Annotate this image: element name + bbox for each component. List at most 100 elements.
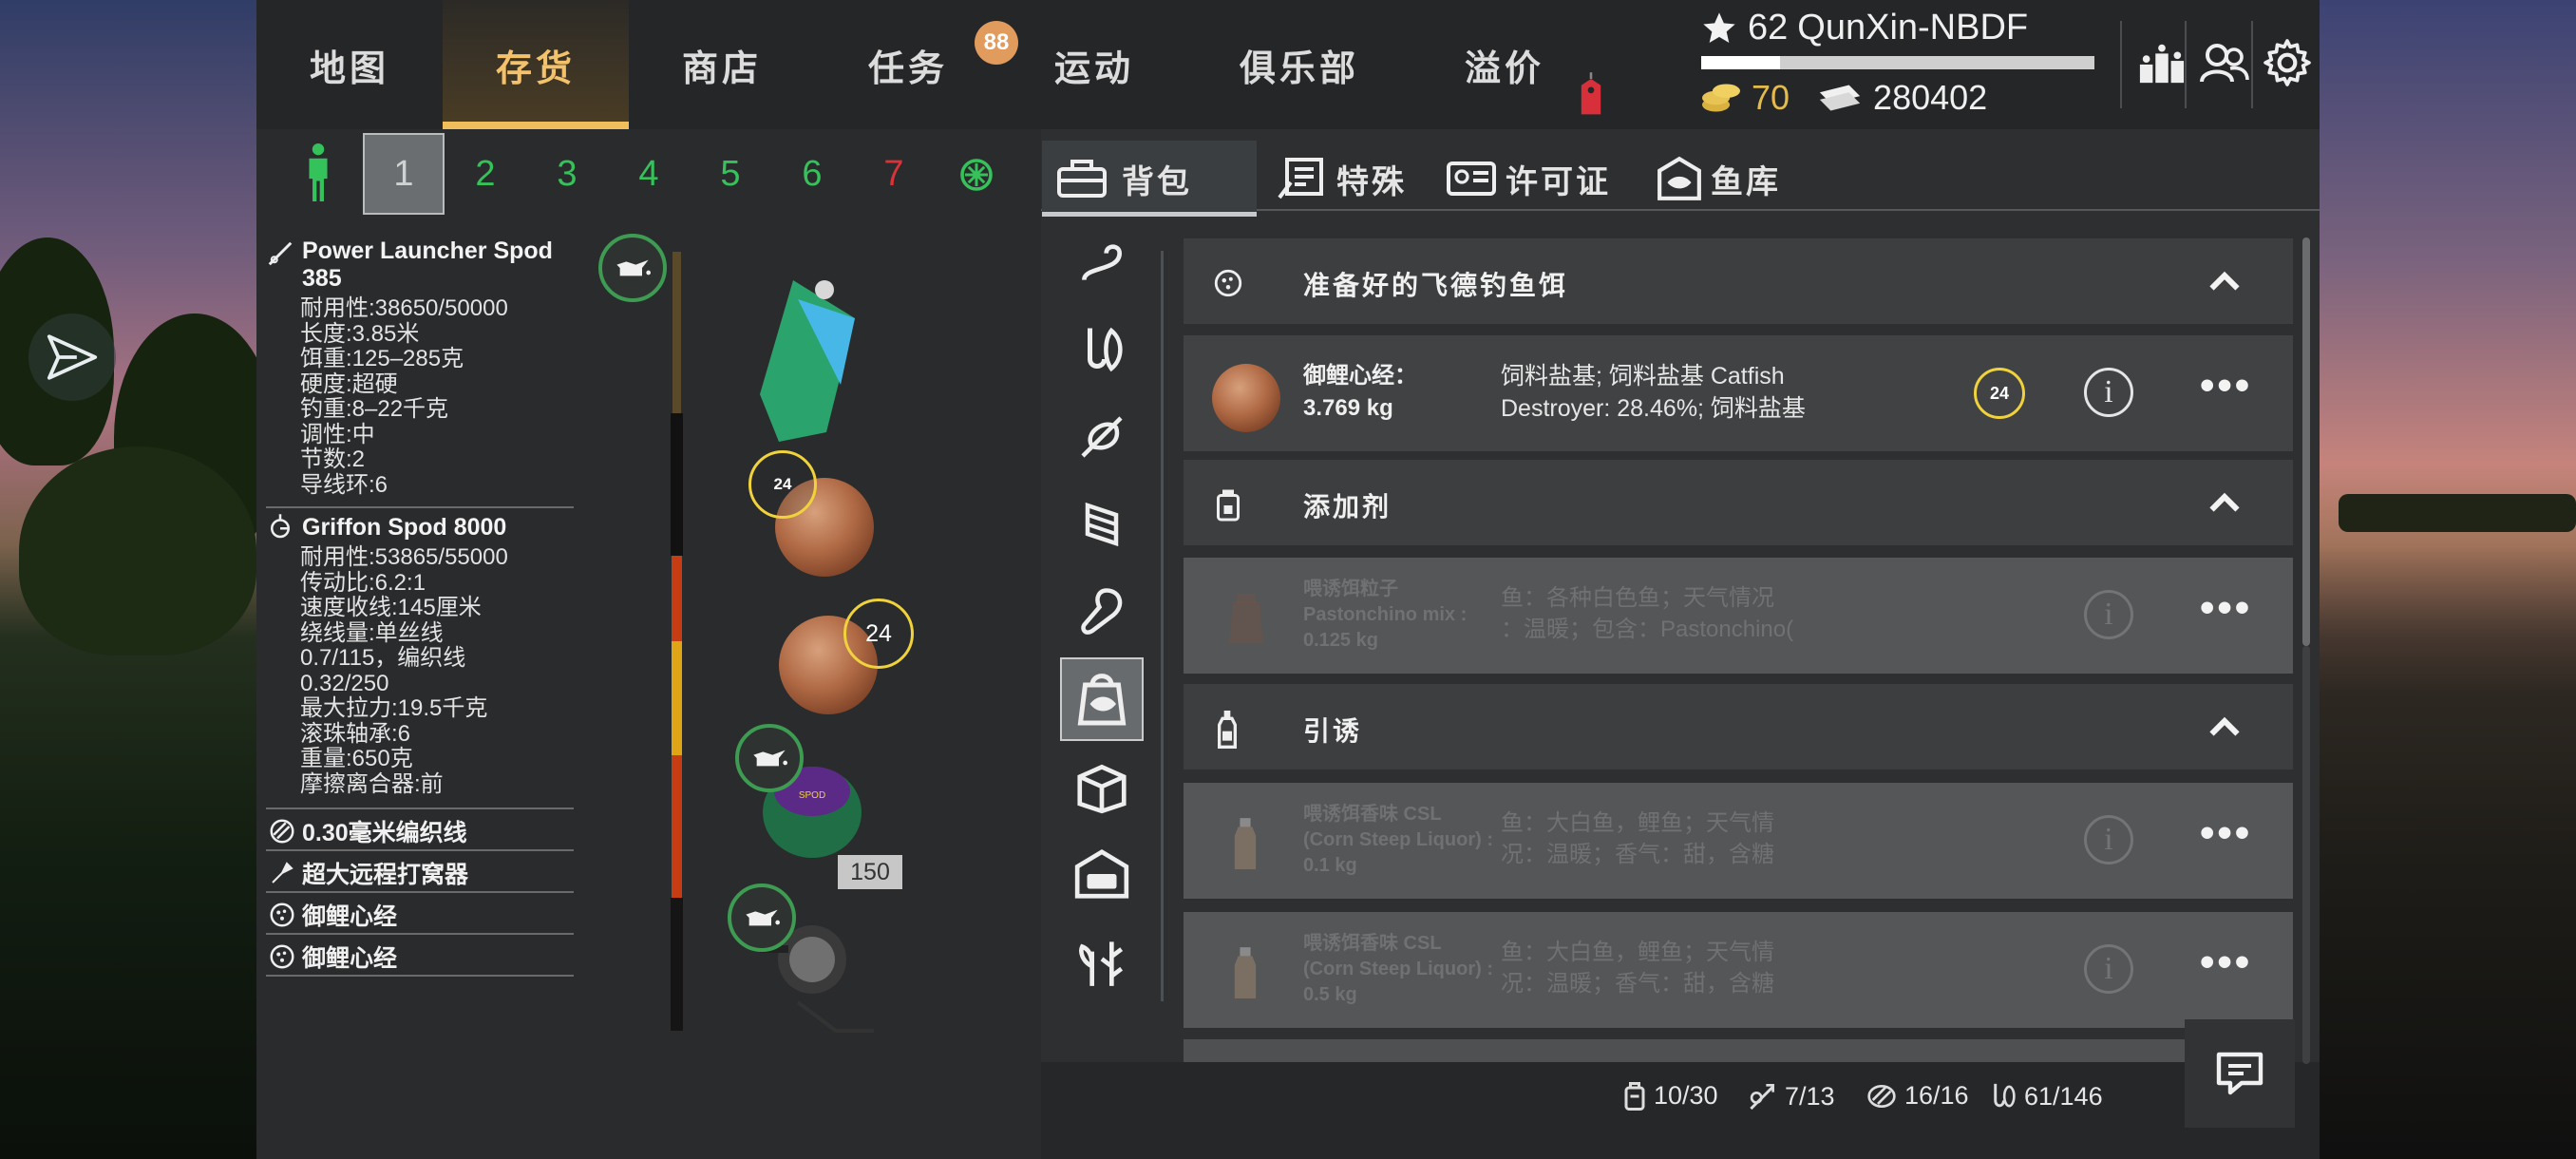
section-prepared-bait[interactable]: 准备好的飞德钓鱼饵	[1184, 238, 2293, 324]
rod-slot-5[interactable]: 5	[690, 133, 771, 215]
chevron-up-icon[interactable]	[2207, 712, 2242, 741]
tab-premium[interactable]: 溢价	[1411, 0, 1598, 129]
tab-club[interactable]: 俱乐部	[1187, 0, 1411, 129]
stat-rods: 7/13	[1747, 1081, 1835, 1112]
bait-icon	[270, 902, 294, 927]
item-name-2: Pastonchino mix :	[1303, 604, 1468, 625]
desc-line: 况：温暖；香气：甜，含糖	[1501, 971, 1774, 997]
tab-shop[interactable]: 商店	[629, 0, 815, 129]
chevron-up-icon[interactable]	[2207, 267, 2242, 295]
section-title: 引诱	[1303, 716, 1363, 746]
divider	[1161, 251, 1164, 1001]
more-button[interactable]: •••	[2200, 362, 2252, 409]
tab-tasks[interactable]: 任务	[815, 0, 1001, 129]
lubricate-reel-button[interactable]	[728, 884, 796, 952]
item-thumbnail	[1229, 594, 1263, 643]
more-icon: •••	[2200, 584, 2253, 631]
scenery-left	[0, 0, 275, 1159]
more-button[interactable]: •••	[2200, 809, 2252, 857]
hook-float-icon	[1994, 1083, 2016, 1108]
chevron-up-icon[interactable]	[2207, 488, 2242, 517]
rod-slot-7[interactable]: 7	[853, 133, 935, 215]
spec-max-load: 钓重:8–22千克	[300, 396, 449, 422]
line-length-label: 150	[838, 855, 902, 889]
send-button[interactable]	[28, 314, 116, 401]
category-boxes[interactable]	[1060, 745, 1144, 828]
more-button[interactable]: •••	[2200, 939, 2252, 986]
rod-specs: Power Launcher Spod 385 耐用性:38650/50000 长…	[266, 238, 589, 498]
star-icon	[1703, 11, 1735, 43]
tab-label: 俱乐部	[1239, 48, 1359, 89]
info-button[interactable]: i	[2084, 944, 2133, 994]
tab-inventory[interactable]: 存货	[443, 0, 629, 129]
lubricate-line-button[interactable]	[735, 724, 804, 792]
spec-lure-weight: 饵重:125–285克	[300, 346, 464, 371]
category-vehicles[interactable]	[1060, 832, 1144, 916]
inventory-item[interactable]: 喂诱饵粒子 Pastonchino mix : 0.125 kg 鱼：各种白色鱼…	[1184, 558, 2293, 674]
info-button[interactable]: i	[2084, 368, 2133, 417]
item-name: 喂诱饵香味 CSL	[1303, 933, 1442, 954]
more-button[interactable]: •••	[2200, 584, 2252, 632]
slot-number: 6	[802, 153, 823, 194]
rod-slot-3[interactable]: 3	[526, 133, 608, 215]
tab-special[interactable]: 特殊	[1276, 141, 1418, 217]
angler-icon[interactable]	[304, 142, 332, 201]
bottle-icon	[1218, 711, 1237, 749]
rod-slot-2[interactable]: 2	[445, 133, 526, 215]
slot-number: 5	[720, 153, 741, 194]
category-bait[interactable]	[1060, 657, 1144, 741]
rod-slot-6[interactable]: 6	[771, 133, 853, 215]
scrollbar-track[interactable]	[2302, 646, 2310, 1064]
reel-header[interactable]: Griffon Spod 8000	[266, 513, 589, 542]
more-icon: •••	[2200, 809, 2253, 856]
scrollbar-thumb[interactable]	[2302, 238, 2310, 646]
category-rods[interactable]	[1060, 220, 1144, 304]
tab-map[interactable]: 地图	[256, 0, 443, 129]
rod-header[interactable]: Power Launcher Spod 385	[266, 238, 589, 293]
rod-reel-icon	[1750, 1084, 1774, 1111]
inventory-item[interactable]: 御鲤心经： 3.769 kg 饲料盐基; 饲料盐基 Catfish Destro…	[1184, 335, 2293, 451]
shore-silhouette	[2339, 494, 2576, 532]
tab-sport[interactable]: 运动	[1001, 0, 1187, 129]
settings-button[interactable]	[2257, 27, 2318, 99]
tab-backpack[interactable]: 背包	[1042, 141, 1257, 217]
desc-line: 饲料盐基; 饲料盐基 Catfish	[1501, 363, 1785, 390]
item-description: 鱼：大白鱼，鲤鱼；天气情 况：温暖；香气：甜，含糖	[1501, 808, 1774, 870]
equip-bait-2[interactable]: 御鲤心经	[266, 939, 574, 977]
section-additives[interactable]: 添加剂	[1184, 460, 2293, 545]
equip-line[interactable]: 0.30毫米编织线	[266, 813, 574, 851]
coin-icon	[1702, 84, 1740, 112]
inventory-item[interactable]: 喂诱饵香味 CSL (Corn Steep Liquor) : 0.1 kg 鱼…	[1184, 783, 2293, 899]
hook-fish-icon	[1088, 327, 1123, 372]
category-lines[interactable]	[1060, 483, 1144, 566]
spec-retrieve-speed: 速度收线:145厘米	[300, 595, 482, 620]
rod-slot-1[interactable]: 1	[363, 133, 445, 215]
category-tackle[interactable]	[1060, 308, 1144, 391]
item-weight: 0.1 kg	[1303, 855, 1357, 876]
friends-button[interactable]	[2194, 27, 2255, 99]
category-floats[interactable]	[1060, 395, 1144, 479]
equip-feeder[interactable]: 超大远程打窝器	[266, 855, 574, 893]
player-header[interactable]: 62 QunXin-NBDF	[1700, 8, 2028, 48]
lubricate-rod-button[interactable]	[598, 234, 667, 302]
braided-line-icon	[1867, 1084, 1896, 1108]
inventory-item-partial[interactable]	[1184, 1039, 2293, 1062]
slot-number: 4	[638, 153, 659, 194]
section-attractants[interactable]: 引诱	[1184, 684, 2293, 770]
leaderboard-button[interactable]	[2131, 27, 2192, 99]
inventory-item[interactable]: 喂诱饵香味 CSL (Corn Steep Liquor) : 0.5 kg 鱼…	[1184, 912, 2293, 1028]
item-name: 御鲤心经：	[1303, 363, 1417, 389]
equip-bait-1[interactable]: 御鲤心经	[266, 897, 574, 935]
info-button[interactable]: i	[2084, 815, 2133, 864]
category-plants[interactable]	[1060, 920, 1144, 1003]
tab-label: 背包	[1122, 163, 1192, 200]
rod-case-icon[interactable]	[959, 158, 994, 192]
category-lures[interactable]	[1060, 570, 1144, 654]
rod-slot-4[interactable]: 4	[608, 133, 690, 215]
tab-licenses[interactable]: 许可证	[1445, 141, 1635, 217]
tab-fish-storage[interactable]: 鱼库	[1656, 141, 1798, 217]
info-button[interactable]: i	[2084, 590, 2133, 639]
gear-icon	[2263, 39, 2311, 86]
capacity-status-bar: 10/30 7/13 16/16 61/146	[1042, 1062, 2320, 1132]
chat-button[interactable]	[2185, 1019, 2295, 1128]
